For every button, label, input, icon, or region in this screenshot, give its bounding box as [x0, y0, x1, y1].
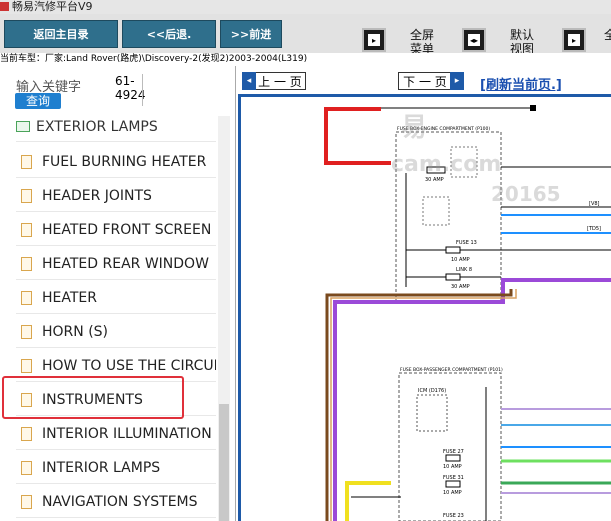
- single-view-icon[interactable]: ▸: [562, 28, 586, 52]
- forward-button[interactable]: >>前进: [220, 20, 282, 48]
- fuse-23-label: FUSE 23: [443, 513, 464, 519]
- link-8-label: LINK 8: [456, 267, 472, 273]
- td5-label: [TD5]: [587, 226, 601, 232]
- file-icon: [21, 256, 32, 271]
- folder-icon: [16, 121, 30, 132]
- v8-label: [V8]: [589, 201, 600, 207]
- sidebar: 输入关键字 查询 61- 4924 EXTERIOR LAMPS FUEL BU…: [0, 66, 236, 521]
- file-icon: [21, 324, 32, 339]
- tree-item[interactable]: HEADER JOINTS: [16, 180, 216, 212]
- box1-title: FUSE BOX-ENGINE COMPARTMENT (P100): [397, 126, 490, 132]
- fuse-a-label: 30 AMP: [425, 177, 444, 183]
- fuse-symbol: [445, 273, 461, 281]
- selection-highlight: [2, 376, 184, 419]
- tree-item[interactable]: FUEL BURNING HEATER: [16, 146, 216, 178]
- tan-wire: [330, 289, 517, 521]
- next-page-button[interactable]: 下 一 页 ▸: [398, 72, 464, 90]
- search-button[interactable]: 查询: [15, 93, 61, 109]
- home-button[interactable]: 返回主目录: [4, 20, 118, 48]
- tree-item[interactable]: HEATER: [16, 282, 216, 314]
- relay-symbol: [422, 196, 450, 226]
- window-title-bar: 畅易汽修平台V9: [0, 0, 611, 14]
- current-model-path: 当前车型：厂家:Land Rover(路虎)\Discovery-2(发现2)2…: [0, 53, 611, 66]
- toolbar-overflow-label: 全: [604, 28, 611, 42]
- icm-box: [416, 394, 448, 432]
- back-button[interactable]: <<后退.: [122, 20, 216, 48]
- window-title: 畅易汽修平台V9: [12, 0, 93, 13]
- yellow-wire: [345, 481, 391, 521]
- viewer-nav: ◂ 上 一 页 下 一 页 ▸ [刷新当前页.]: [236, 66, 611, 94]
- terminal: [530, 105, 536, 111]
- file-icon: [21, 290, 32, 305]
- fuse-27-amp: 10 AMP: [443, 464, 462, 470]
- panel-toggle-icon[interactable]: ▸: [362, 28, 386, 52]
- brown-wire: [325, 289, 513, 521]
- box2-title: FUSE BOX-PASSENGER COMPARTMENT (P101): [400, 367, 503, 373]
- fuse-symbol: [445, 246, 461, 254]
- fuse-31-amp: 10 AMP: [443, 490, 462, 496]
- fuse-13-amp: 10 AMP: [451, 257, 470, 263]
- fuse-31-label: FUSE 31: [443, 475, 464, 481]
- icm-label: ICM (D176): [418, 388, 446, 394]
- sidebar-scroll-thumb[interactable]: [219, 404, 229, 521]
- tree-item[interactable]: HEATED REAR WINDOW: [16, 248, 216, 280]
- tree-folder-exterior-lamps[interactable]: EXTERIOR LAMPS: [16, 112, 216, 142]
- fuse-symbol: [445, 454, 461, 462]
- file-icon: [21, 188, 32, 203]
- wiring-diagram[interactable]: FUSE BOX-ENGINE COMPARTMENT (P100) 30 AM…: [238, 94, 611, 521]
- file-icon: [21, 222, 32, 237]
- file-icon: [21, 460, 32, 475]
- split-view-icon[interactable]: ◂▸: [462, 28, 486, 52]
- file-icon: [21, 154, 32, 169]
- fuse-13-label: FUSE 13: [456, 240, 477, 246]
- file-icon: [21, 426, 32, 441]
- divider: [142, 74, 143, 106]
- tree-item[interactable]: NAVIGATION SYSTEMS: [16, 486, 216, 518]
- app-logo-icon: [0, 2, 9, 11]
- code-display: 61- 4924: [115, 74, 146, 102]
- tree-item[interactable]: INTERIOR LAMPS: [16, 452, 216, 484]
- tree-item[interactable]: HEATED FRONT SCREEN: [16, 214, 216, 246]
- prev-page-button[interactable]: ◂ 上 一 页: [242, 72, 306, 90]
- arrow-right-icon: ▸: [450, 72, 464, 90]
- arrow-left-icon: ◂: [242, 72, 256, 90]
- link-8-amp: 30 AMP: [451, 284, 470, 290]
- file-icon: [21, 358, 32, 373]
- fuse-27-label: FUSE 27: [443, 449, 464, 455]
- fuse-symbol: [426, 166, 446, 174]
- default-view-label[interactable]: 默认 视图: [508, 28, 536, 56]
- tree-item[interactable]: HORN (S): [16, 316, 216, 348]
- diagram-viewer: ◂ 上 一 页 下 一 页 ▸ [刷新当前页.] FUSE BOX-ENGINE…: [236, 66, 611, 521]
- fullscreen-menu-label[interactable]: 全屏 菜单: [408, 28, 436, 56]
- relay-symbol: [450, 146, 478, 178]
- refresh-link[interactable]: [刷新当前页.]: [480, 74, 562, 93]
- tree-item[interactable]: INTERIOR ILLUMINATION: [16, 418, 216, 450]
- fuse-symbol: [445, 480, 461, 488]
- red-wire: [324, 107, 391, 165]
- wiring-diagram-svg: FUSE BOX-ENGINE COMPARTMENT (P100) 30 AM…: [324, 105, 611, 521]
- file-icon: [21, 494, 32, 509]
